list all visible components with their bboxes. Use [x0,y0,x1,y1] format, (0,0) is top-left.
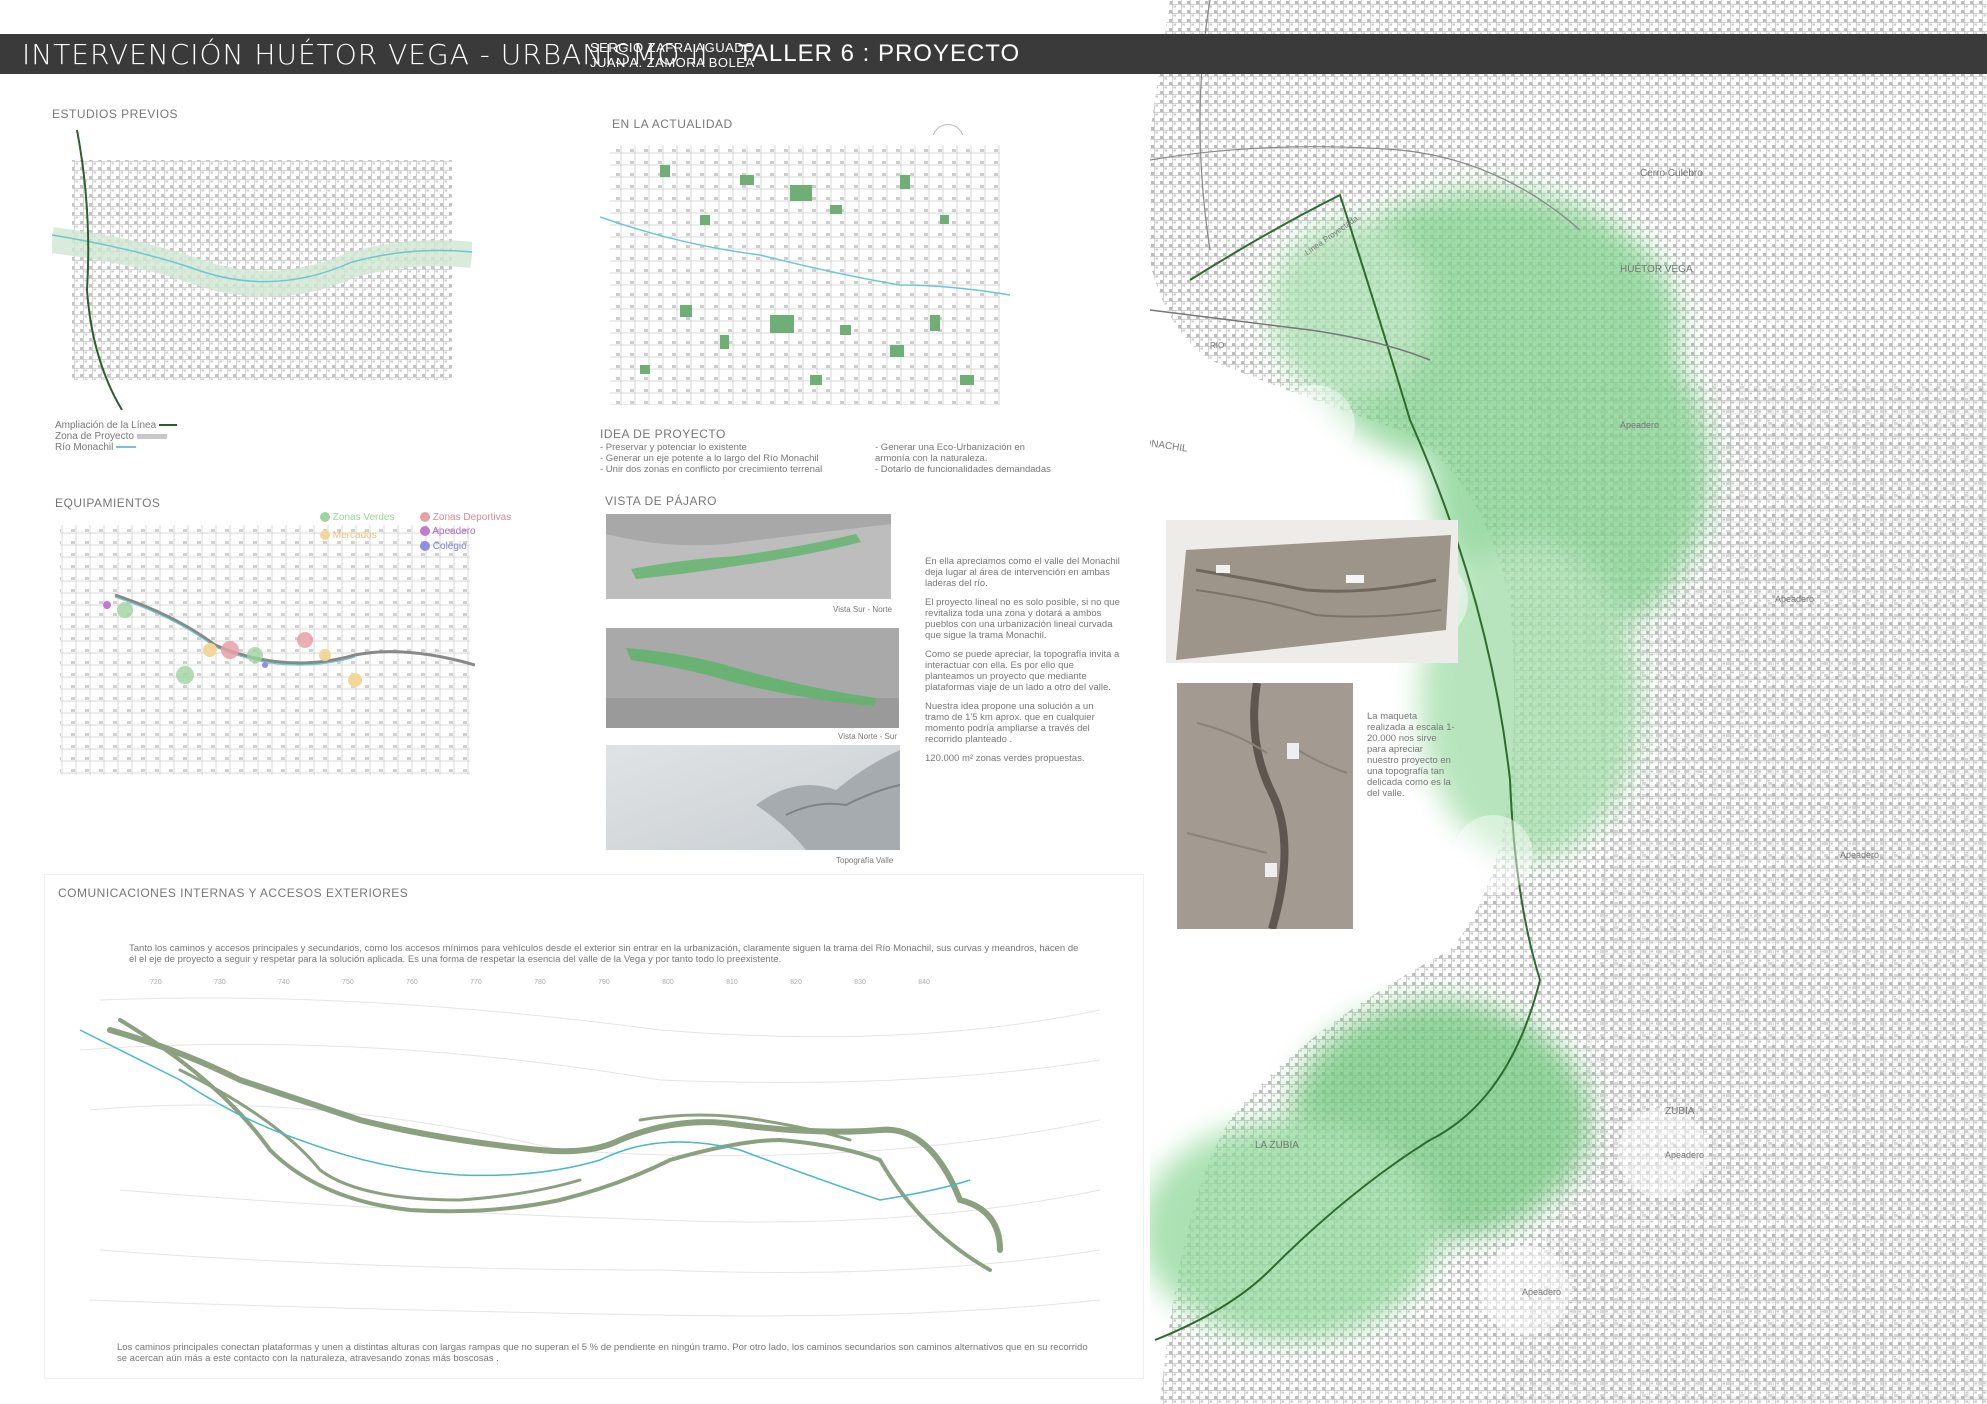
contour-label: 730 [214,979,226,986]
vista-image-2-graphic [606,628,899,728]
legend-item-linea: Ampliación de la Línea [55,420,177,431]
map-stop-5: Apeadero [1522,1287,1562,1297]
map-stop-1: Apeadero [1620,420,1660,430]
estudios-map [52,130,472,410]
legend-apeadero: Apeadero [420,526,476,537]
idea-col-1: - Preservar y potenciar lo existente - G… [600,442,880,475]
legend-dot-apeadero [420,526,430,537]
vista-title: VISTA DE PÁJARO [605,494,717,508]
contour-label: 830 [854,979,866,986]
vista-caption-3: Topografía Valle [836,856,894,865]
idea-point-3: - Unir dos zonas en conflicto por crecim… [600,464,823,475]
vista-paragraph-4: Nuestra idea propone una solución a un t… [925,701,1095,745]
vista-paragraph-3: Como se puede apreciar, la topografía in… [925,649,1120,693]
legend-dot-mercados [320,530,330,541]
author-2: JUAN A. ZAMORA BOLEA [590,55,755,70]
vista-image-3 [606,745,900,850]
contour-labels: 720 730 740 750 760 770 780 790 800 810 … [150,977,930,988]
map-label-zubia: ZUBIA [1665,1106,1695,1117]
maqueta-text: La maqueta realizada a escala 1-20.000 n… [1367,711,1455,799]
workshop-title: TALLER 6 : PROYECTO [738,40,1021,67]
map-label-rio: RIO [1210,341,1225,350]
comunicaciones-intro: Tanto los caminos y accesos principales … [129,943,1079,965]
contour-label: 760 [406,979,418,986]
contour-label: 770 [470,979,482,986]
contour-label: 750 [342,979,354,986]
vista-text: En ella apreciamos como el valle del Mon… [925,556,1120,764]
map-stop-2: Apeadero [1775,594,1815,604]
idea-col-2: - Generar una Eco-Urbanización en armoní… [875,442,1115,475]
contour-label: 740 [278,979,290,986]
legend-deportivas: Zonas Deportivas [420,512,511,523]
contour-label: 720 [150,979,162,986]
map-stop-3: Apeadero [1840,850,1880,860]
legend-swatch-zona [136,433,167,439]
idea-title: IDEA DE PROYECTO [600,427,726,441]
model-photo-1 [1166,520,1458,663]
legend-item-rio: Río Monachil [55,442,177,453]
comunicaciones-diagram [60,970,1120,1330]
actualidad-title: EN LA ACTUALIDAD [612,117,733,131]
legend-verdes: Zonas Verdes [320,512,395,523]
legend-label-deportivas: Zonas Deportivas [432,512,512,523]
estudios-legend: Ampliación de la Línea Zona de Proyecto … [55,420,177,453]
legend-swatch-linea [158,424,177,427]
idea-point-1: - Preservar y potenciar lo existente [600,442,747,453]
contour-label: 780 [534,979,546,986]
map-label-cerro: Cerro Culebro [1640,168,1703,179]
model-photo-2 [1177,683,1353,929]
map-label-huetor: HUÉTOR VEGA [1620,264,1693,275]
contour-label: 800 [662,979,674,986]
legend-label-linea: Ampliación de la Línea [55,420,157,431]
vista-image-1 [606,514,891,599]
vista-image-1-graphic [606,514,891,599]
actualidad-map [600,135,1010,415]
idea-point-6: - Dotarlo de funcionalidades demandadas [875,464,1051,475]
idea-point-2: - Generar un eje potente a lo largo del … [600,453,819,464]
vista-image-2 [606,628,899,728]
legend-label-colegio: Colegio [432,541,467,552]
legend-label-mercados: Mercados [332,530,377,541]
estudios-map-graphic [52,130,472,410]
contour-label: 820 [790,979,802,986]
vista-caption-2: Vista Norte - Sur [838,732,897,741]
estudios-title: ESTUDIOS PREVIOS [52,107,179,121]
legend-label-zona: Zona de Proyecto [55,431,134,442]
legend-colegio: Colegio [420,541,467,552]
map-label-lazubia: LA ZUBIA [1255,1140,1299,1151]
legend-swatch-rio [116,446,137,449]
legend-label-verdes: Zonas Verdes [332,512,395,523]
contour-label: 790 [598,979,610,986]
contour-label: 840 [918,979,930,986]
vista-image-3-graphic [606,745,900,850]
vista-paragraph-5: 120.000 m² zonas verdes propuestas. [925,753,1085,764]
equipamientos-legend: Zonas Verdes Zonas Deportivas Mercados A… [320,512,520,557]
idea-point-5: armonía con la naturaleza. [875,453,988,464]
vista-caption-1: Vista Sur - Norte [833,605,892,614]
comunicaciones-title: COMUNICACIONES INTERNAS Y ACCESOS EXTERI… [58,886,409,900]
legend-label-rio: Río Monachil [55,442,114,453]
legend-dot-verdes [320,512,330,523]
equipamientos-title: EQUIPAMIENTOS [55,496,161,510]
idea-point-4: - Generar una Eco-Urbanización en [875,442,1025,453]
legend-label-apeadero: Apeadero [432,526,476,537]
actualidad-map-graphic [600,135,1010,415]
model-photo-2-graphic [1177,683,1353,929]
legend-dot-colegio [420,541,430,552]
legend-dot-deportivas [420,512,430,523]
comunicaciones-diagram-graphic [79,997,1101,1317]
legend-item-zona: Zona de Proyecto [55,431,177,442]
contour-label: 810 [726,979,738,986]
author-1: SERGIO ZAFRA AGUADO [590,40,755,55]
map-stop-4: Apeadero [1665,1150,1705,1160]
comunicaciones-footer: Los caminos principales conectan platafo… [117,1342,1088,1364]
legend-mercados: Mercados [320,530,377,541]
vista-paragraph-2: El proyecto lineal no es solo posible, s… [925,597,1120,641]
model-photo-1-graphic [1166,520,1458,663]
vista-paragraph-1: En ella apreciamos como el valle del Mon… [925,556,1120,589]
